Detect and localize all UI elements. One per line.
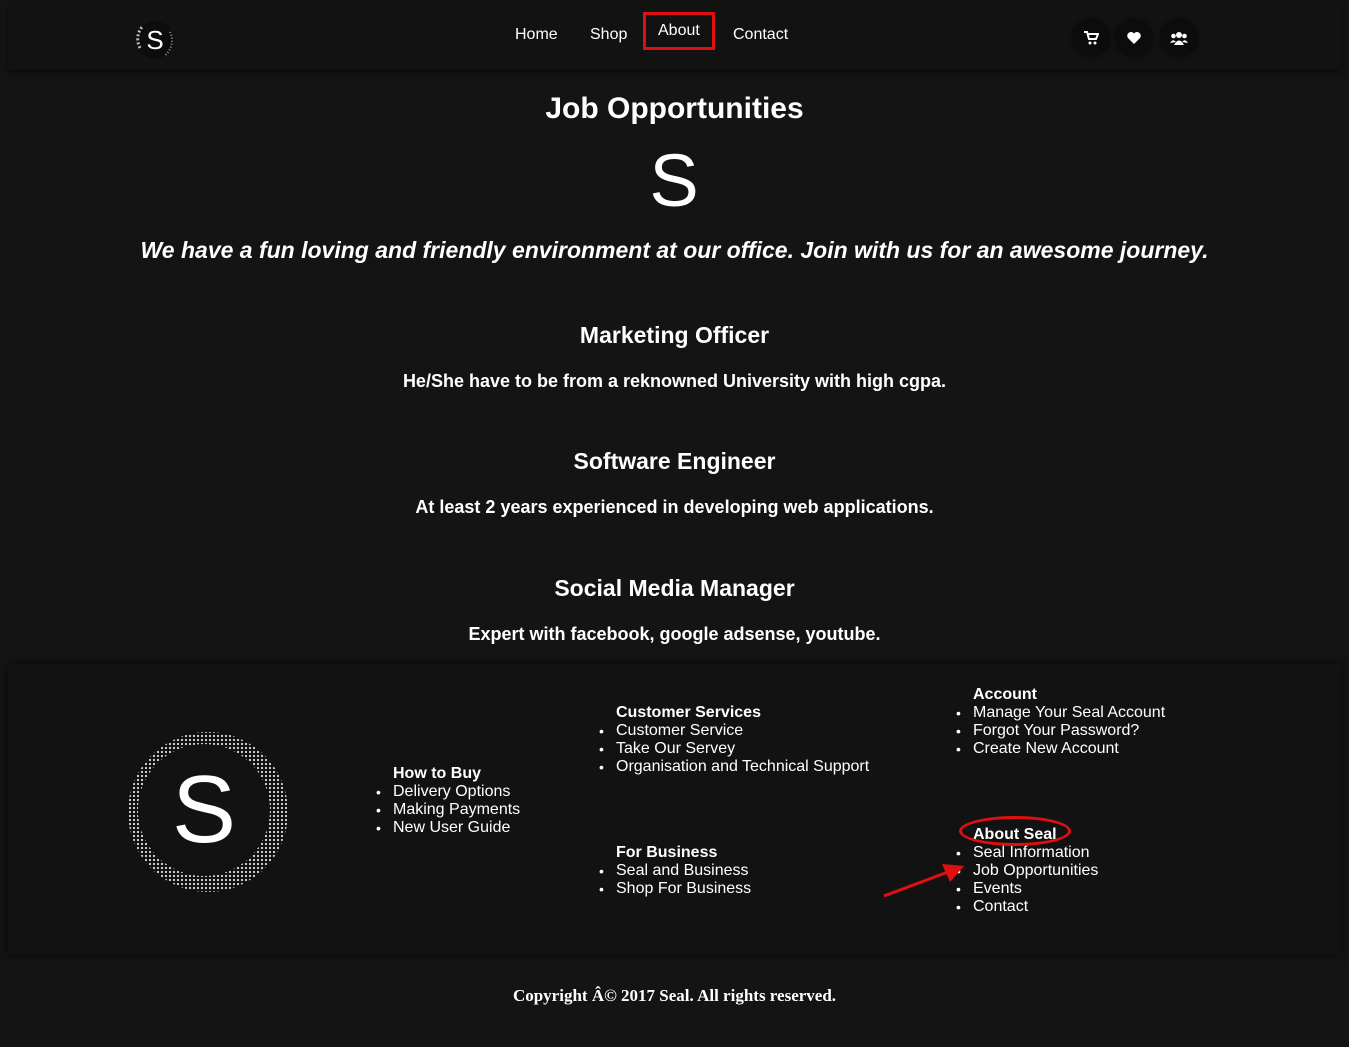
- job-title: Software Engineer: [573, 448, 776, 474]
- footer-link[interactable]: Take Our Servey: [599, 740, 869, 758]
- nav-shop[interactable]: Shop: [590, 26, 627, 44]
- footer-customer-services: Customer Services Customer Service Take …: [599, 704, 869, 776]
- footer-link[interactable]: Forgot Your Password?: [956, 722, 1165, 740]
- tagline: We have a fun loving and friendly enviro…: [140, 237, 1209, 263]
- footer-for-business: For Business Seal and Business Shop For …: [599, 844, 751, 898]
- footer-link[interactable]: Customer Service: [599, 722, 869, 740]
- job-title: Social Media Manager: [554, 575, 795, 601]
- svg-text:S: S: [649, 148, 698, 220]
- job-title: Marketing Officer: [579, 322, 770, 348]
- annotation-arrow-icon: [883, 864, 964, 898]
- nav-contact[interactable]: Contact: [733, 26, 788, 44]
- nav-about[interactable]: About: [643, 12, 715, 50]
- footer-heading: For Business: [616, 844, 718, 861]
- footer-link[interactable]: Delivery Options: [376, 783, 520, 801]
- job-description: Expert with facebook, google adsense, yo…: [468, 624, 881, 644]
- users-icon: [1170, 32, 1188, 45]
- heart-icon: [1127, 32, 1141, 44]
- seal-logo-icon: S: [649, 148, 698, 220]
- annotation-ellipse: [959, 816, 1071, 846]
- footer-link[interactable]: Organisation and Technical Support: [599, 758, 869, 776]
- job-description: At least 2 years experienced in developi…: [415, 497, 934, 517]
- footer-link[interactable]: Contact: [956, 898, 1098, 916]
- footer-heading: Customer Services: [616, 704, 761, 721]
- wishlist-button[interactable]: [1116, 20, 1152, 56]
- cart-button[interactable]: [1073, 20, 1109, 56]
- footer-link[interactable]: Events: [956, 880, 1098, 898]
- footer-link[interactable]: New User Guide: [376, 819, 520, 837]
- footer-link[interactable]: Making Payments: [376, 801, 520, 819]
- navbar: S Home Shop About Contact: [8, 4, 1341, 70]
- svg-text:S: S: [172, 756, 236, 863]
- footer-account: Account Manage Your Seal Account Forgot …: [956, 686, 1165, 758]
- copyright: Copyright Â© 2017 Seal. All rights reser…: [512, 986, 837, 1005]
- footer-link[interactable]: Seal and Business: [599, 862, 751, 880]
- footer-link[interactable]: Shop For Business: [599, 880, 751, 898]
- nav-home[interactable]: Home: [515, 26, 558, 44]
- footer-link[interactable]: Manage Your Seal Account: [956, 704, 1165, 722]
- footer-heading: How to Buy: [393, 765, 481, 782]
- job-description: He/She have to be from a reknowned Unive…: [402, 371, 947, 391]
- main-nav: Home Shop About Contact: [8, 4, 1341, 70]
- seal-logo-icon: S: [128, 732, 288, 892]
- account-button[interactable]: [1161, 20, 1197, 56]
- footer-heading: Account: [973, 686, 1037, 703]
- cart-icon: [1084, 31, 1099, 45]
- footer: S How to Buy Delivery Options Making Pay…: [8, 664, 1341, 954]
- page-title: Job Opportunities: [545, 92, 804, 125]
- footer-how-to-buy: How to Buy Delivery Options Making Payme…: [376, 765, 520, 837]
- footer-link[interactable]: Job Opportunities: [956, 862, 1098, 880]
- footer-link[interactable]: Seal Information: [956, 844, 1098, 862]
- footer-link[interactable]: Create New Account: [956, 740, 1165, 758]
